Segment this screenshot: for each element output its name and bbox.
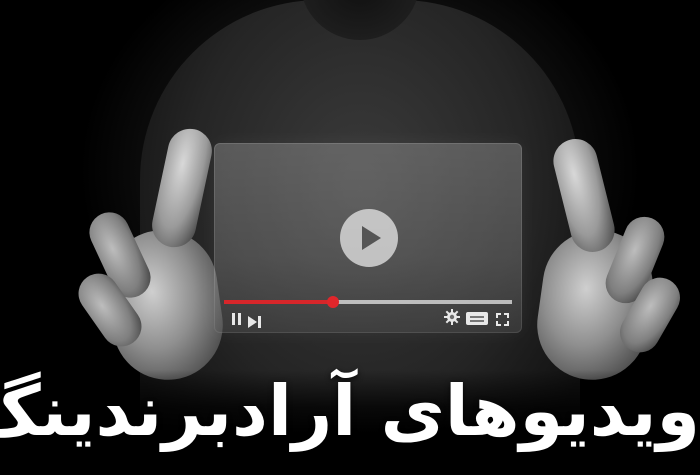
gear-icon[interactable]	[444, 309, 460, 325]
captions-icon[interactable]	[466, 312, 488, 325]
progress-bar[interactable]	[224, 296, 512, 308]
pause-icon[interactable]	[232, 313, 244, 325]
right-thumb	[548, 134, 620, 257]
progress-fill	[224, 300, 334, 304]
banner-title: ویدیوهای آرادبرندینگ	[0, 370, 700, 452]
play-icon	[362, 226, 381, 250]
play-button[interactable]	[340, 209, 398, 267]
right-hand	[520, 130, 690, 390]
next-icon[interactable]	[248, 313, 262, 328]
left-thumb	[148, 124, 216, 252]
fullscreen-icon[interactable]	[496, 311, 509, 326]
video-player[interactable]	[214, 143, 522, 333]
